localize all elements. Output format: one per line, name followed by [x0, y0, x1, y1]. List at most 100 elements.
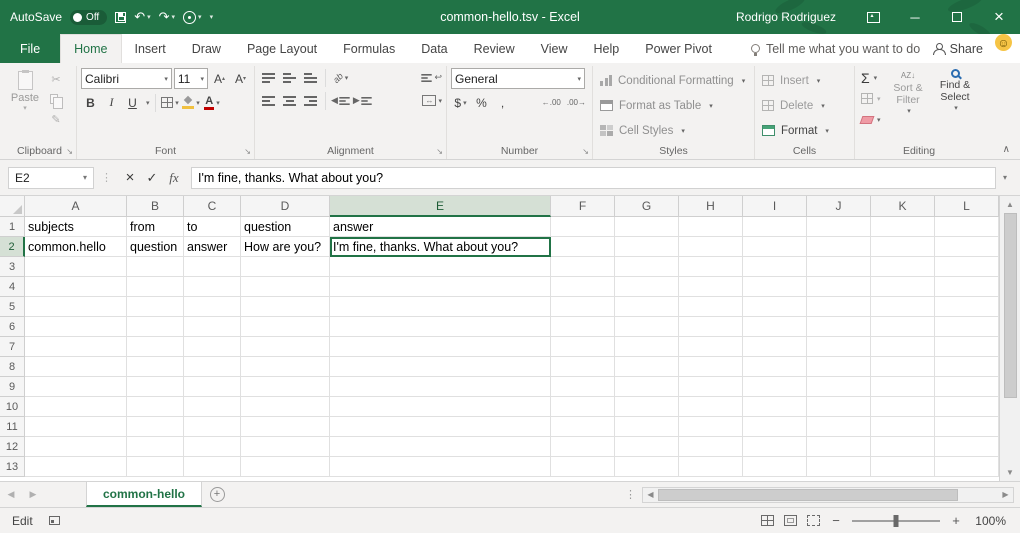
cell-b12[interactable] — [127, 437, 184, 457]
increase-decimal-button[interactable]: ←.00 — [540, 98, 563, 107]
cell-k6[interactable] — [871, 317, 935, 337]
cell-j10[interactable] — [807, 397, 871, 417]
font-color-button[interactable]: A▾ — [203, 93, 222, 112]
cell-e4[interactable] — [330, 277, 551, 297]
cell-a13[interactable] — [25, 457, 127, 477]
cell-i10[interactable] — [743, 397, 807, 417]
cell-i12[interactable] — [743, 437, 807, 457]
cell-f2[interactable] — [551, 237, 615, 257]
sort-filter-button[interactable]: AZ↓ Sort & Filter ▾ — [887, 68, 930, 129]
row-header-8[interactable]: 8 — [0, 357, 25, 377]
horizontal-scrollbar[interactable]: ◀ ▶ — [642, 487, 1014, 503]
cell-l3[interactable] — [935, 257, 999, 277]
cell-l10[interactable] — [935, 397, 999, 417]
name-box[interactable]: E2 ▾ — [8, 167, 94, 189]
cell-l13[interactable] — [935, 457, 999, 477]
cell-i11[interactable] — [743, 417, 807, 437]
cell-d4[interactable] — [241, 277, 330, 297]
cell-d8[interactable] — [241, 357, 330, 377]
cell-e5[interactable] — [330, 297, 551, 317]
cell-c9[interactable] — [184, 377, 241, 397]
cell-k5[interactable] — [871, 297, 935, 317]
italic-button[interactable]: I — [102, 93, 121, 112]
column-header-f[interactable]: F — [551, 196, 615, 217]
increase-font-size-button[interactable]: A▴ — [210, 69, 229, 88]
tab-power-pivot[interactable]: Power Pivot — [632, 34, 725, 63]
cell-h13[interactable] — [679, 457, 743, 477]
cell-i7[interactable] — [743, 337, 807, 357]
cell-d11[interactable] — [241, 417, 330, 437]
row-header-5[interactable]: 5 — [0, 297, 25, 317]
column-header-k[interactable]: K — [871, 196, 935, 217]
row-header-13[interactable]: 13 — [0, 457, 25, 477]
sheet-tab-common-hello[interactable]: common-hello — [86, 482, 202, 507]
cell-i4[interactable] — [743, 277, 807, 297]
cell-d12[interactable] — [241, 437, 330, 457]
cell-b6[interactable] — [127, 317, 184, 337]
tab-view[interactable]: View — [528, 34, 581, 63]
percent-style-button[interactable]: % — [472, 93, 491, 112]
cell-i6[interactable] — [743, 317, 807, 337]
scroll-up-icon[interactable]: ▲ — [1000, 196, 1020, 213]
cell-a1[interactable]: subjects — [25, 217, 127, 237]
cell-j13[interactable] — [807, 457, 871, 477]
align-right-button[interactable] — [301, 91, 320, 110]
wrap-text-button[interactable]: ↩ — [420, 68, 442, 87]
cell-k1[interactable] — [871, 217, 935, 237]
cell-a11[interactable] — [25, 417, 127, 437]
cell-h8[interactable] — [679, 357, 743, 377]
tab-review[interactable]: Review — [461, 34, 528, 63]
scroll-down-icon[interactable]: ▼ — [1000, 464, 1020, 481]
cell-g5[interactable] — [615, 297, 679, 317]
normal-view-button[interactable] — [761, 515, 774, 526]
cell-d13[interactable] — [241, 457, 330, 477]
cell-h9[interactable] — [679, 377, 743, 397]
cell-h4[interactable] — [679, 277, 743, 297]
tab-file[interactable]: File — [0, 34, 60, 63]
font-dialog-launcher[interactable]: ↘ — [244, 147, 251, 156]
underline-button[interactable]: U — [123, 93, 142, 112]
inking-button[interactable]: ▾ — [183, 11, 202, 24]
cell-f11[interactable] — [551, 417, 615, 437]
cell-l7[interactable] — [935, 337, 999, 357]
cell-i2[interactable] — [743, 237, 807, 257]
cell-k9[interactable] — [871, 377, 935, 397]
cell-a8[interactable] — [25, 357, 127, 377]
cell-l12[interactable] — [935, 437, 999, 457]
cell-f1[interactable] — [551, 217, 615, 237]
cell-d7[interactable] — [241, 337, 330, 357]
cell-i1[interactable] — [743, 217, 807, 237]
cell-l5[interactable] — [935, 297, 999, 317]
cell-g13[interactable] — [615, 457, 679, 477]
cell-f7[interactable] — [551, 337, 615, 357]
cell-b5[interactable] — [127, 297, 184, 317]
cell-e2[interactable]: I'm fine, thanks. What about you? — [330, 237, 551, 257]
fill-color-button[interactable]: ▾ — [182, 93, 201, 112]
row-header-3[interactable]: 3 — [0, 257, 25, 277]
cell-b10[interactable] — [127, 397, 184, 417]
cell-b7[interactable] — [127, 337, 184, 357]
cell-a3[interactable] — [25, 257, 127, 277]
row-header-10[interactable]: 10 — [0, 397, 25, 417]
cell-j4[interactable] — [807, 277, 871, 297]
cell-h12[interactable] — [679, 437, 743, 457]
cell-e11[interactable] — [330, 417, 551, 437]
row-header-12[interactable]: 12 — [0, 437, 25, 457]
column-header-b[interactable]: B — [127, 196, 184, 217]
cell-e13[interactable] — [330, 457, 551, 477]
cell-c6[interactable] — [184, 317, 241, 337]
cell-e1[interactable]: answer — [330, 217, 551, 237]
redo-caret-icon[interactable]: ▾ — [172, 13, 176, 21]
cell-c13[interactable] — [184, 457, 241, 477]
align-left-button[interactable] — [259, 91, 278, 110]
page-break-view-button[interactable] — [807, 515, 820, 526]
cut-button[interactable]: ✂ — [45, 70, 67, 88]
column-header-c[interactable]: C — [184, 196, 241, 217]
row-header-6[interactable]: 6 — [0, 317, 25, 337]
cell-d5[interactable] — [241, 297, 330, 317]
cell-f10[interactable] — [551, 397, 615, 417]
cell-k2[interactable] — [871, 237, 935, 257]
cell-styles-button[interactable]: Cell Styles ▾ — [597, 118, 750, 143]
tab-formulas[interactable]: Formulas — [330, 34, 408, 63]
orientation-button[interactable]: ab▾ — [331, 68, 350, 87]
